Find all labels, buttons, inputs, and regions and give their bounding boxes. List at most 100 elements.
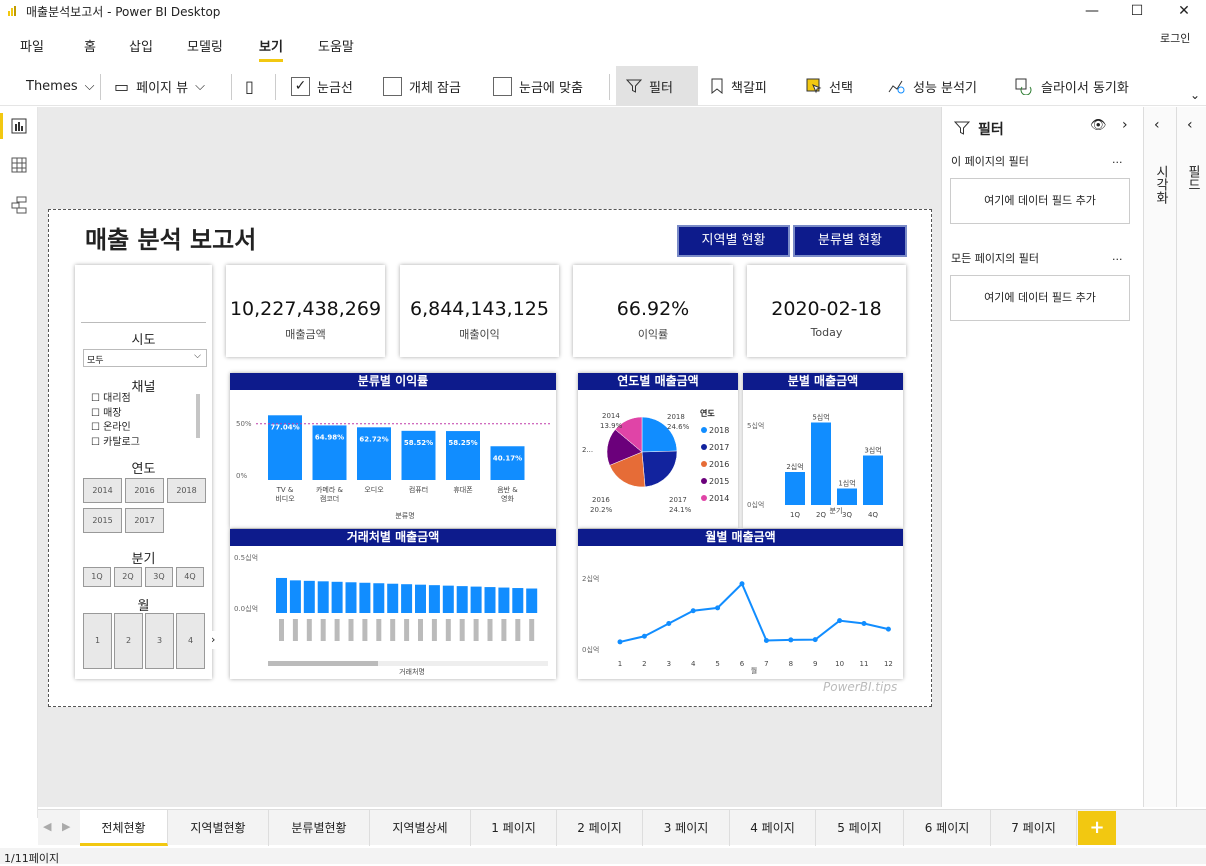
channel-item[interactable]: ☐ 대리점 xyxy=(91,392,140,407)
chevron-right-icon[interactable]: › xyxy=(1122,117,1128,133)
menu-file[interactable]: 파일 xyxy=(20,36,44,55)
sido-dropdown[interactable]: 모두 ⌵ xyxy=(83,349,207,367)
snap-label: 눈금에 맞춤 xyxy=(519,80,583,96)
login-link[interactable]: 로그인 xyxy=(1160,30,1190,46)
data-label: 40.17% xyxy=(493,454,522,462)
x-tick-label-mark xyxy=(445,619,451,641)
menu-view[interactable]: 보기 xyxy=(259,36,283,62)
fields-pane-collapsed[interactable]: ‹ 필드 xyxy=(1176,107,1206,807)
tab-region[interactable]: 지역별현황 xyxy=(168,810,269,846)
month-button[interactable]: 4 xyxy=(176,613,205,669)
monthly-sales-plot: 2십억0십억1 2 3 4 5 6 7 8 9 10 11 12월 xyxy=(582,574,893,675)
bookmark-button[interactable]: 책갈피 xyxy=(710,66,767,106)
quarter-button[interactable]: 4Q xyxy=(176,567,204,587)
maximize-button[interactable]: ☐ xyxy=(1115,0,1159,22)
chevron-left-icon[interactable]: ‹ xyxy=(1187,117,1193,133)
chevron-left-icon[interactable]: ‹ xyxy=(1154,117,1160,133)
tab-category[interactable]: 분류별현황 xyxy=(269,810,370,846)
data-label: 2016 xyxy=(592,496,610,504)
month-button[interactable]: 1 xyxy=(83,613,112,669)
model-view-icon[interactable] xyxy=(11,196,27,214)
more-options-icon[interactable]: ... xyxy=(1112,250,1123,263)
tab-page-4[interactable]: 4 페이지 xyxy=(730,810,816,846)
channel-item[interactable]: ☐ 온라인 xyxy=(91,421,140,436)
x-tick-label-mark xyxy=(404,619,410,641)
x-tick-label-mark xyxy=(306,619,312,641)
gridlines-checkbox[interactable]: ✓ 눈금선 xyxy=(291,66,353,106)
quarter-button[interactable]: 2Q xyxy=(114,567,142,587)
year-button[interactable]: 2017 xyxy=(125,508,164,533)
legend-label: 2015 xyxy=(709,477,729,486)
quarter-button[interactable]: 1Q xyxy=(83,567,111,587)
menu-insert[interactable]: 삽입 xyxy=(129,36,153,55)
channel-item[interactable]: ☐ 매장 xyxy=(91,407,140,422)
data-point xyxy=(788,637,794,643)
data-view-icon[interactable] xyxy=(11,157,27,173)
x-axis-label: 월 xyxy=(751,666,757,675)
tab-page-2[interactable]: 2 페이지 xyxy=(557,810,643,846)
year-button[interactable]: 2015 xyxy=(83,508,122,533)
report-view-icon[interactable] xyxy=(11,118,27,134)
tab-page-5[interactable]: 5 페이지 xyxy=(816,810,904,846)
y-tick-label: 0십억 xyxy=(582,645,599,654)
add-page-button[interactable]: + xyxy=(1078,811,1116,845)
chevron-right-icon[interactable]: › xyxy=(211,631,221,649)
page-view-dropdown[interactable]: ▭ 페이지 뷰 ⌵ xyxy=(114,66,205,106)
x-tick-label-mark xyxy=(348,619,354,641)
year-button[interactable]: 2016 xyxy=(125,478,164,503)
month-button[interactable]: 3 xyxy=(145,613,174,669)
month-button[interactable]: 2 xyxy=(114,613,143,669)
series-line xyxy=(619,582,889,643)
selection-button[interactable]: 선택 xyxy=(806,66,853,106)
lock-objects-checkbox[interactable]: 개체 잠금 xyxy=(383,66,461,106)
legend-marker xyxy=(701,478,707,484)
mobile-layout-button[interactable]: ▯ xyxy=(245,66,254,106)
tab-region-detail[interactable]: 지역별상세 xyxy=(370,810,471,846)
sync-label: 슬라이서 동기화 xyxy=(1041,80,1129,96)
sync-slicers-button[interactable]: 슬라이서 동기화 xyxy=(1014,66,1129,106)
tab-scroll-left-icon[interactable]: ◀ xyxy=(43,820,51,833)
channel-item[interactable]: ☐ 카탈로그 xyxy=(91,436,140,451)
visualizations-pane-collapsed[interactable]: ‹ 시각화 xyxy=(1143,107,1176,807)
themes-dropdown[interactable]: Themes ⌵ xyxy=(26,66,94,106)
y-tick-label: 2십억 xyxy=(582,574,599,583)
region-status-button[interactable]: 지역별 현황 xyxy=(677,225,790,257)
menu-help[interactable]: 도움말 xyxy=(318,36,354,55)
tab-page-6[interactable]: 6 페이지 xyxy=(904,810,991,846)
performance-analyzer-button[interactable]: 성능 분석기 xyxy=(888,66,977,106)
tab-overview[interactable]: 전체현황 xyxy=(80,810,168,846)
more-options-icon[interactable]: ... xyxy=(1112,153,1123,166)
slicer-panel: 시도 모두 ⌵ 채널 ☐ 대리점 ☐ 매장 ☐ 온라인 ☐ 카탈로그 연도 201… xyxy=(75,265,221,679)
legend-title: 연도 xyxy=(700,408,715,418)
add-field-dropzone-all[interactable]: 여기에 데이터 필드 추가 xyxy=(950,275,1130,321)
tab-scroll-right-icon[interactable]: ▶ xyxy=(62,820,70,833)
filter-pane-toggle[interactable]: 필터 xyxy=(616,66,698,106)
x-tick-label: 2Q xyxy=(816,511,826,519)
pie-slice xyxy=(641,450,678,488)
category-status-button[interactable]: 분류별 현황 xyxy=(793,225,907,257)
tab-page-3[interactable]: 3 페이지 xyxy=(643,810,730,846)
y-tick-label: 50% xyxy=(236,420,252,428)
add-field-dropzone-page[interactable]: 여기에 데이터 필드 추가 xyxy=(950,178,1130,224)
year-button[interactable]: 2014 xyxy=(83,478,122,503)
menu-home[interactable]: 홈 xyxy=(84,36,96,55)
x-tick-label: 9 xyxy=(813,660,817,668)
menu-bar: 파일 홈 삽입 모델링 보기 도움말 로그인 xyxy=(0,30,1206,62)
snap-to-grid-checkbox[interactable]: 눈금에 맞춤 xyxy=(493,66,583,106)
x-tick-label-mark xyxy=(501,619,507,641)
divider xyxy=(609,74,610,100)
menu-modeling[interactable]: 모델링 xyxy=(187,36,223,55)
quarter-button[interactable]: 3Q xyxy=(145,567,173,587)
minimize-button[interactable]: — xyxy=(1070,0,1114,22)
ribbon-expand-icon[interactable]: ⌄ xyxy=(1190,88,1200,102)
chart-title: 월별 매출금액 xyxy=(578,529,903,546)
close-button[interactable]: ✕ xyxy=(1162,0,1206,22)
scrollbar[interactable] xyxy=(196,394,200,438)
category-margin-plot: 50% 0% 77.04% TV &비디오 64.98% 카메라 &캠코더 62.72% 오디… xyxy=(236,415,550,520)
year-button[interactable]: 2018 xyxy=(167,478,206,503)
data-point xyxy=(641,633,647,639)
tab-page-7[interactable]: 7 페이지 xyxy=(991,810,1077,846)
page-view-label: 페이지 뷰 xyxy=(136,80,189,96)
tab-page-1[interactable]: 1 페이지 xyxy=(471,810,557,846)
eye-icon[interactable]: 👁 xyxy=(1090,118,1107,133)
